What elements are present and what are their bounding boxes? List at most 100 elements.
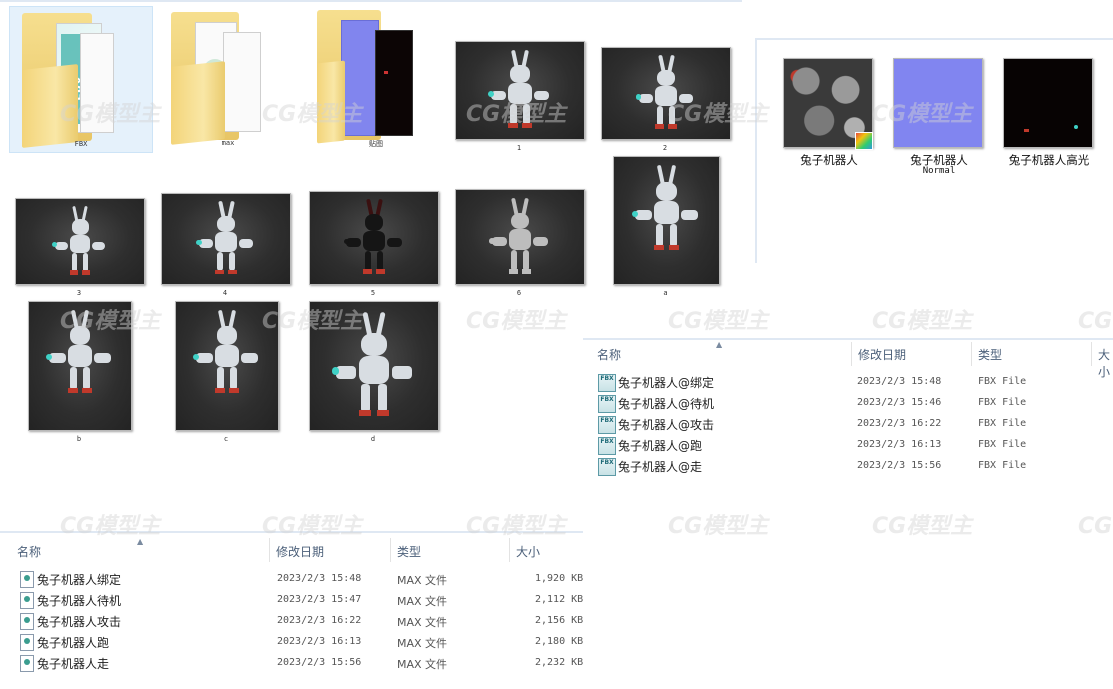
specular-map-icon [375,30,413,136]
fbx-header-name[interactable]: 名称 [597,346,621,363]
watermark: CG模型主 [466,309,567,334]
render-caption: b [76,435,82,443]
render-caption: 2 [662,144,668,152]
file-date: 2023/2/3 16:13 [277,636,362,647]
file-name[interactable]: 兔子机器人攻击 [37,613,121,630]
folder-paper [223,32,261,132]
watermark: CG模型主 [872,309,973,334]
robot-render-image [455,189,585,285]
file-type: MAX 文件 [397,637,448,650]
robot-render-image [613,156,720,285]
watermark: CG模型主 [668,309,769,334]
file-date: 2023/2/3 15:48 [277,573,362,584]
fbx-header-size[interactable]: 大小 [1098,346,1113,380]
fbx-header-type[interactable]: 类型 [978,346,1002,363]
robot-render-image [15,198,145,285]
normal-texture-image [893,58,983,148]
render-thumbnail[interactable]: 2 [601,47,731,156]
file-date: 2023/2/3 15:48 [857,376,942,387]
file-name[interactable]: 兔子机器人@绑定 [618,374,714,391]
file-name[interactable]: 兔子机器人@待机 [618,395,714,412]
top-pane-border [0,0,742,2]
max-header-type[interactable]: 类型 [397,543,421,560]
render-thumbnail[interactable]: 3 [15,198,145,301]
column-separator[interactable] [1091,342,1092,366]
column-separator[interactable] [509,538,510,562]
column-separator[interactable] [390,538,391,562]
max-file-icon [20,592,34,609]
robot-render-image [309,301,439,431]
texture-diffuse[interactable] [783,58,875,150]
fbx-file-icon: FBX [598,437,616,455]
file-type: MAX 文件 [397,616,448,629]
max-file-icon [20,634,34,651]
render-thumbnail[interactable]: b [28,301,132,447]
render-caption: c [223,435,229,443]
robot-render-image [455,41,585,140]
watermark: CG模型主 [872,514,973,539]
render-thumbnail[interactable]: a [613,156,720,301]
max-file-icon [20,613,34,630]
render-thumbnail[interactable]: 5 [309,191,439,301]
watermark: CG模型主 [262,514,363,539]
file-name[interactable]: 兔子机器人跑 [37,634,109,651]
file-type: FBX File [978,376,1027,387]
robot-render-image [161,193,291,285]
file-date: 2023/2/3 15:56 [857,460,942,471]
render-caption: d [370,435,376,443]
folder-caption: max [221,139,235,147]
max-file-icon [20,571,34,588]
file-type: FBX File [978,397,1027,408]
file-type: FBX File [978,439,1027,450]
sort-ascending-icon: ▲ [137,537,144,546]
file-date: 2023/2/3 16:22 [277,615,362,626]
fbx-file-icon: FBX [598,458,616,476]
file-name[interactable]: 兔子机器人@跑 [618,437,702,454]
file-name[interactable]: 兔子机器人待机 [37,592,121,609]
render-caption: 3 [76,289,82,297]
render-thumbnail[interactable]: c [175,301,279,447]
max-header-name[interactable]: 名称 [17,543,41,560]
render-thumbnail[interactable]: d [309,301,439,447]
file-date: 2023/2/3 15:46 [857,397,942,408]
render-thumbnail[interactable]: 6 [455,189,585,301]
file-size: 2,156 KB [535,615,584,626]
render-thumbnail[interactable]: 1 [455,41,585,156]
column-separator[interactable] [269,538,270,562]
column-separator[interactable] [851,342,852,366]
fbx-pane-border [583,338,1113,340]
fbx-file-icon: FBX [598,416,616,434]
render-thumbnail[interactable]: 4 [161,193,291,301]
file-name[interactable]: 兔子机器人@走 [618,458,702,475]
image-file-badge-icon [855,132,873,150]
fbx-file-icon: FBX [598,374,616,392]
folder-textures[interactable]: 贴图 [305,6,447,151]
file-size: 1,920 KB [535,573,584,584]
normal-map-icon [341,20,379,136]
max-header-size[interactable]: 大小 [516,543,540,560]
watermark: CG模型主 [1078,514,1113,539]
file-date: 2023/2/3 16:13 [857,439,942,450]
folder-caption: 贴图 [369,140,383,148]
folder-max[interactable]: max [157,6,299,151]
texture-caption: 兔子机器人 [800,153,858,167]
max-header-date[interactable]: 修改日期 [276,543,324,560]
render-caption: 1 [516,144,522,152]
robot-render-image [28,301,132,431]
folder-front [171,61,225,145]
file-name[interactable]: 兔子机器人@攻击 [618,416,714,433]
texture-specular[interactable] [1003,58,1095,150]
folder-fbx[interactable]: FBX FBX [9,6,153,153]
watermark: CG模型主 [466,514,567,539]
file-name[interactable]: 兔子机器人走 [37,655,109,672]
file-date: 2023/2/3 15:56 [277,657,362,668]
fbx-header-date[interactable]: 修改日期 [858,346,906,363]
max-pane-border [0,531,583,533]
robot-render-image [601,47,731,140]
file-name[interactable]: 兔子机器人绑定 [37,571,121,588]
file-type: FBX File [978,418,1027,429]
column-separator[interactable] [971,342,972,366]
folder-front [22,64,78,148]
file-date: 2023/2/3 15:47 [277,594,362,605]
texture-normal[interactable] [893,58,985,150]
